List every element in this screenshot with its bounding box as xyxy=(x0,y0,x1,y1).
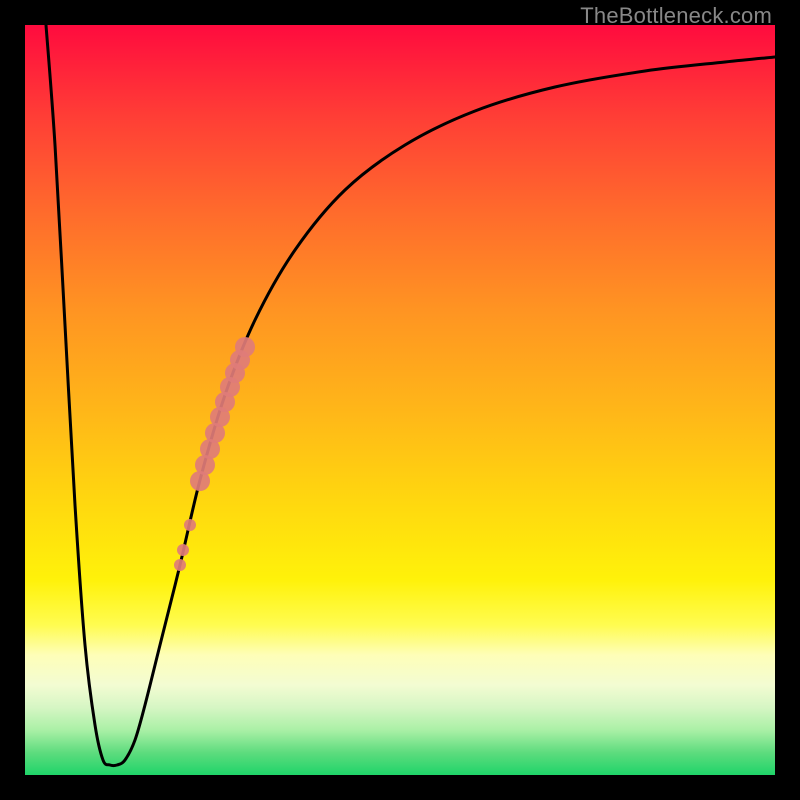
marker-dot xyxy=(235,337,255,357)
marker-dot xyxy=(184,519,196,531)
marker-dot xyxy=(174,559,186,571)
plot-frame xyxy=(25,25,775,775)
watermark-text: TheBottleneck.com xyxy=(580,3,772,29)
marker-dot xyxy=(177,544,189,556)
plot-svg xyxy=(25,25,775,775)
bottleneck-curve xyxy=(46,25,775,766)
